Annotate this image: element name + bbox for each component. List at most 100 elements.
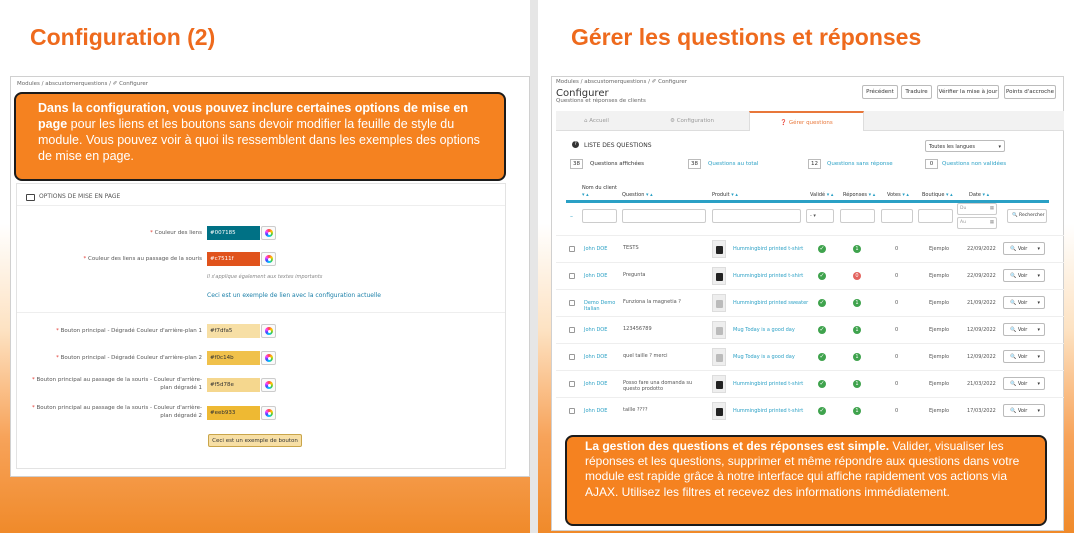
tab-configuration[interactable]: ⚙ Configuration bbox=[670, 111, 714, 131]
votes-count: 0 bbox=[895, 300, 899, 306]
tab-manage-questions[interactable]: ❓ Gérer questions bbox=[749, 111, 864, 131]
filter-date-to[interactable]: Au ▦ bbox=[957, 217, 997, 229]
filter-validated-select[interactable]: - ▾ bbox=[806, 209, 834, 223]
validated-check-icon[interactable]: ✓ bbox=[818, 380, 826, 388]
validated-check-icon[interactable]: ✓ bbox=[818, 326, 826, 334]
previous-button[interactable]: Précédent bbox=[862, 85, 898, 99]
votes-count: 0 bbox=[895, 408, 899, 414]
filter-shop-input[interactable] bbox=[918, 209, 953, 223]
row-checkbox[interactable] bbox=[569, 381, 575, 387]
color-picker-button[interactable] bbox=[261, 324, 276, 338]
filter-votes-input[interactable] bbox=[881, 209, 913, 223]
product-link[interactable]: Hummingbird printed t-shirt bbox=[733, 246, 803, 252]
col-shop[interactable]: Boutique ▾ ▴ bbox=[922, 192, 953, 199]
client-name[interactable]: John DOE bbox=[584, 327, 618, 333]
color-picker-button[interactable] bbox=[261, 252, 276, 266]
view-button[interactable]: 🔍 Voir ▾ bbox=[1003, 404, 1045, 417]
translate-button[interactable]: Traduire bbox=[901, 85, 932, 99]
search-icon: 🔍 bbox=[1010, 273, 1018, 279]
question-date: 17/03/2022 bbox=[967, 408, 996, 414]
product-link[interactable]: Hummingbird printed t-shirt bbox=[733, 273, 803, 279]
filter-reset-icon[interactable]: – bbox=[570, 213, 573, 220]
hooks-button[interactable]: Points d'accroche bbox=[1004, 85, 1056, 99]
chevron-down-icon: ▾ bbox=[1037, 354, 1040, 360]
question-text: taille ???? bbox=[623, 407, 648, 413]
panel-divider bbox=[530, 0, 538, 533]
view-button[interactable]: 🔍 Voir ▾ bbox=[1003, 242, 1045, 255]
check-update-button[interactable]: Vérifier la mise à jour bbox=[937, 85, 999, 99]
product-link[interactable]: Mug Today is a good day bbox=[733, 354, 795, 360]
breadcrumb: Modules / abscustomerquestions / ✐ Confi… bbox=[17, 81, 148, 87]
product-link[interactable]: Hummingbird printed t-shirt bbox=[733, 408, 803, 414]
validated-check-icon[interactable]: ✓ bbox=[818, 299, 826, 307]
view-button[interactable]: 🔍 Voir ▾ bbox=[1003, 323, 1045, 336]
filter-product-input[interactable] bbox=[712, 209, 801, 223]
calendar-icon: ▦ bbox=[989, 206, 994, 211]
color-input-button-bg1[interactable]: #f7dfa5 bbox=[207, 324, 260, 338]
row-checkbox[interactable] bbox=[569, 300, 575, 306]
col-question[interactable]: Question ▾ ▴ bbox=[622, 192, 653, 199]
col-responses[interactable]: Réponses ▾ ▴ bbox=[843, 192, 875, 199]
color-input-button-bg2[interactable]: #f0c14b bbox=[207, 351, 260, 365]
example-link[interactable]: Ceci est un exemple de lien avec la conf… bbox=[207, 292, 381, 299]
row-checkbox[interactable] bbox=[569, 327, 575, 333]
validated-check-icon[interactable]: ✓ bbox=[818, 407, 826, 415]
stat-label[interactable]: Questions sans réponse bbox=[827, 159, 893, 167]
product-thumbnail bbox=[712, 294, 726, 312]
row-checkbox[interactable] bbox=[569, 354, 575, 360]
validated-check-icon[interactable]: ✓ bbox=[818, 272, 826, 280]
view-button[interactable]: 🔍 Voir ▾ bbox=[1003, 350, 1045, 363]
breadcrumb: Modules / abscustomerquestions / ✐ Confi… bbox=[556, 79, 687, 85]
tab-home[interactable]: ⌂ Accueil bbox=[584, 111, 609, 131]
col-validated[interactable]: Validé ▾ ▴ bbox=[810, 192, 833, 199]
color-input-button-hover-bg2[interactable]: #eeb933 bbox=[207, 406, 260, 420]
product-link[interactable]: Hummingbird printed sweater bbox=[733, 300, 808, 306]
col-product[interactable]: Produit ▾ ▴ bbox=[712, 192, 738, 199]
filter-responses-input[interactable] bbox=[840, 209, 875, 223]
col-client[interactable]: Nom du client ▾ ▴ bbox=[582, 185, 617, 199]
client-name[interactable]: John DOE bbox=[584, 246, 618, 252]
question-text: Funziona la magnetia ? bbox=[623, 299, 681, 305]
field-button-bg1: * Bouton principal - Dégradé Couleur d'a… bbox=[17, 324, 507, 340]
question-text: 123456789 bbox=[623, 326, 652, 332]
client-name[interactable]: John DOE bbox=[584, 408, 618, 414]
filter-client-input[interactable] bbox=[582, 209, 617, 223]
stat-label[interactable]: Questions non validées bbox=[942, 159, 1006, 167]
view-button[interactable]: 🔍 Voir ▾ bbox=[1003, 377, 1045, 390]
page-subtitle: Questions et réponses de clients bbox=[556, 98, 646, 104]
example-button[interactable]: Ceci est un exemple de bouton bbox=[208, 434, 302, 447]
search-icon: 🔍 bbox=[1010, 246, 1018, 252]
color-picker-button[interactable] bbox=[261, 378, 276, 392]
col-date[interactable]: Date ▾ ▴ bbox=[969, 192, 989, 199]
client-name[interactable]: John DOE bbox=[584, 273, 618, 279]
color-picker-button[interactable] bbox=[261, 226, 276, 240]
client-name[interactable]: Demo Demo Italian bbox=[584, 300, 618, 312]
color-input-link-hover[interactable]: #c7511f bbox=[207, 252, 260, 266]
filter-date-from[interactable]: Du ▦ bbox=[957, 203, 997, 215]
filter-question-input[interactable] bbox=[622, 209, 706, 223]
language-select[interactable]: Toutes les langues ▾ bbox=[925, 140, 1005, 152]
product-link[interactable]: Mug Today is a good day bbox=[733, 327, 795, 333]
row-checkbox[interactable] bbox=[569, 273, 575, 279]
row-checkbox[interactable] bbox=[569, 246, 575, 252]
validated-check-icon[interactable]: ✓ bbox=[818, 245, 826, 253]
color-input-button-hover-bg1[interactable]: #f5d78e bbox=[207, 378, 260, 392]
view-button[interactable]: 🔍 Voir ▾ bbox=[1003, 269, 1045, 282]
client-name[interactable]: John DOE bbox=[584, 381, 618, 387]
field-label: * Couleur des liens bbox=[150, 230, 202, 236]
client-name[interactable]: John DOE bbox=[584, 354, 618, 360]
shop-name: Ejemplo bbox=[929, 327, 950, 333]
search-icon: 🔍 bbox=[1010, 381, 1018, 387]
view-button[interactable]: 🔍 Voir ▾ bbox=[1003, 296, 1045, 309]
color-picker-button[interactable] bbox=[261, 406, 276, 420]
validated-check-icon[interactable]: ✓ bbox=[818, 353, 826, 361]
stat-label[interactable]: Questions au total bbox=[708, 159, 758, 167]
product-link[interactable]: Hummingbird printed t-shirt bbox=[733, 381, 803, 387]
row-checkbox[interactable] bbox=[569, 408, 575, 414]
color-wheel-icon bbox=[265, 354, 273, 362]
color-picker-button[interactable] bbox=[261, 351, 276, 365]
calendar-icon: ▦ bbox=[989, 220, 994, 225]
color-input-link[interactable]: #007185 bbox=[207, 226, 260, 240]
search-button[interactable]: 🔍 Rechercher bbox=[1007, 209, 1047, 223]
col-votes[interactable]: Votes ▾ ▴ bbox=[887, 192, 909, 199]
